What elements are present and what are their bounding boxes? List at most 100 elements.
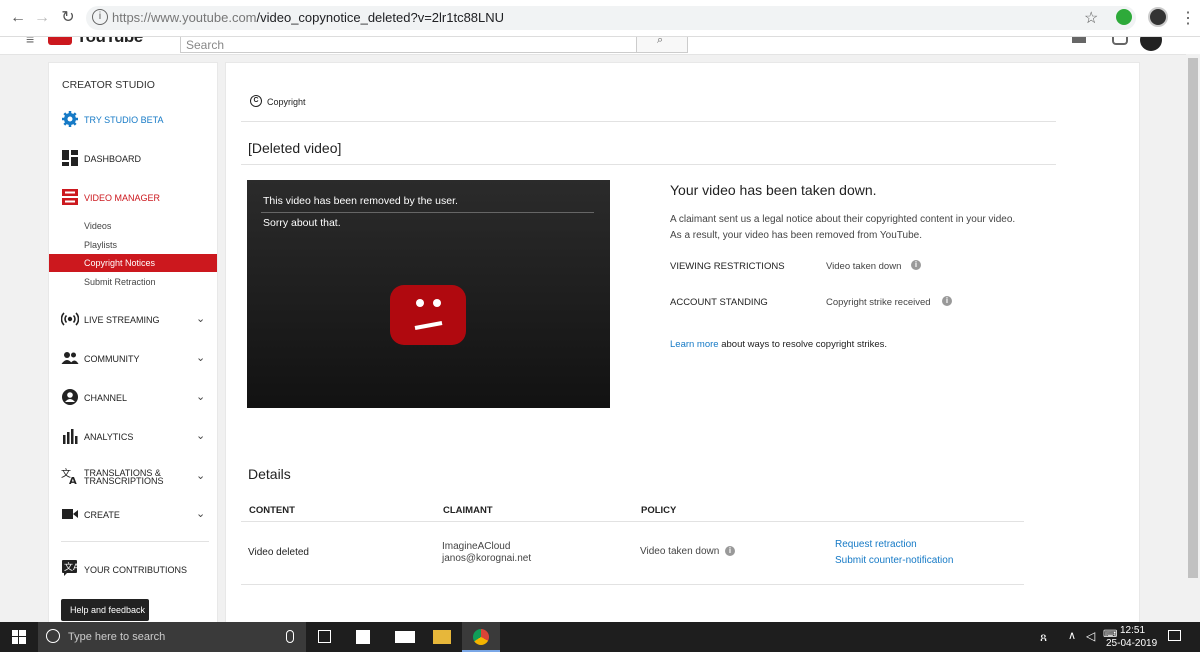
profile-avatar[interactable] [1148,7,1168,27]
gear-icon [62,111,78,127]
windows-taskbar: Type here to search ጸ ∧ ◁ ⌨ 12:51 25-04-… [0,622,1200,652]
table-bottom-divider [241,584,1024,585]
search-placeholder: Search [186,38,225,52]
help-feedback-button[interactable]: Help and feedback [61,599,149,621]
sidebar-subitem-submit-retraction[interactable]: Submit Retraction [84,277,156,287]
page-scrollbar[interactable] [1186,54,1200,622]
takedown-text-line1: A claimant sent us a legal notice about … [670,214,1016,225]
breadcrumb: Copyright [267,97,306,107]
youtube-logo-icon[interactable] [48,37,72,45]
windows-start-icon[interactable] [12,630,26,644]
svg-text:文A: 文A [64,561,79,573]
reload-icon[interactable]: ↻ [58,8,78,28]
sidebar-subitem-videos[interactable]: Videos [84,221,111,231]
counter-notification-link[interactable]: Submit counter-notification [835,555,953,566]
sad-youtube-icon [390,285,466,345]
sidebar-item-label: ANALYTICS [84,432,134,442]
bookmark-star-icon[interactable]: ☆ [1084,8,1098,28]
sidebar-item-create[interactable]: CREATE ⌄ [49,500,217,528]
sidebar-item-your-contributions[interactable]: 文A YOUR CONTRIBUTIONS [49,555,217,583]
search-icon: ⌕ [657,37,664,46]
dashboard-icon [62,150,78,166]
sidebar-subitem-playlists[interactable]: Playlists [84,240,117,250]
info-icon[interactable]: i [725,546,735,556]
account-avatar[interactable] [1140,37,1162,51]
notifications-icon[interactable] [1112,37,1128,45]
sidebar-subitem-copyright-notices[interactable]: Copyright Notices [49,254,217,272]
creator-studio-sidebar: CREATOR STUDIO TRY STUDIO BETA DASHBOARD… [48,62,218,634]
file-explorer-icon[interactable] [433,630,451,644]
sidebar-item-label: COMMUNITY [84,354,140,364]
content-cell: Video deleted [248,547,309,558]
sidebar-divider [61,541,209,542]
store-icon[interactable] [356,630,370,644]
scrollbar-thumb[interactable] [1188,58,1198,578]
sidebar-item-analytics[interactable]: ANALYTICS ⌄ [49,422,217,450]
chevron-down-icon: ⌄ [196,313,206,325]
viewing-restrictions-label: VIEWING RESTRICTIONS [670,261,785,272]
analytics-icon [63,429,78,444]
chevron-down-icon: ⌄ [196,352,206,364]
sidebar-item-label: DASHBOARD [84,154,142,164]
sidebar-item-label: CHANNEL [84,393,128,403]
browser-toolbar: ← → ↻ i https://www.youtube.com/video_co… [0,0,1200,37]
learn-more-link[interactable]: Learn more [670,339,719,350]
help-feedback-label: Help and feedback [70,605,146,615]
search-button[interactable]: ⌕ [636,37,688,53]
takedown-heading: Your video has been taken down. [670,182,877,198]
taskbar-search-box[interactable]: Type here to search [38,622,306,652]
people-icon[interactable]: ጸ [1040,630,1047,645]
task-view-icon[interactable] [318,630,331,643]
info-icon[interactable]: i [911,260,921,270]
sidebar-item-try-beta[interactable]: TRY STUDIO BETA [49,105,217,133]
contributions-icon: 文A [62,560,79,576]
video-player[interactable]: This video has been removed by the user.… [247,180,610,408]
svg-text:A: A [69,476,77,485]
clock-time[interactable]: 12:51 [1120,625,1145,636]
title-divider [241,164,1056,165]
search-circle-icon [46,629,60,643]
account-standing-label: ACCOUNT STANDING [670,297,768,308]
header-divider [241,121,1056,122]
youtube-wordmark[interactable]: YouTube [76,37,143,47]
sidebar-item-video-manager[interactable]: VIDEO MANAGER [49,183,217,211]
table-row: Video deleted ImagineACloud janos@korogn… [226,533,1026,581]
url-text[interactable]: https://www.youtube.com/video_copynotice… [112,10,504,25]
sidebar-item-translations[interactable]: 文A TRANSLATIONS & TRANSCRIPTIONS ⌄ [49,460,217,492]
info-icon[interactable]: i [92,9,108,25]
sidebar-item-community[interactable]: COMMUNITY ⌄ [49,344,217,372]
hamburger-icon[interactable]: ≡ [26,37,34,47]
sidebar-item-dashboard[interactable]: DASHBOARD [49,144,217,172]
microphone-icon[interactable] [286,630,294,643]
video-camera-icon [62,509,78,519]
url-host: https://www.youtube.com [112,10,257,25]
video-manager-icon [62,189,78,205]
clock-date[interactable]: 25-04-2019 [1106,638,1157,649]
chevron-down-icon: ⌄ [196,391,206,403]
forward-icon[interactable]: → [32,8,52,28]
chevron-down-icon: ⌄ [196,508,206,520]
menu-kebab-icon[interactable]: ⋮ [1180,8,1196,28]
sidebar-item-live-streaming[interactable]: LIVE STREAMING ⌄ [49,305,217,333]
extension-icon[interactable] [1116,9,1132,25]
policy-cell: Video taken down [640,546,720,557]
sidebar-item-channel[interactable]: CHANNEL ⌄ [49,383,217,411]
search-input[interactable]: Search [180,37,637,53]
account-standing-value: Copyright strike received [826,297,931,308]
sidebar-item-label: LIVE STREAMING [84,315,160,325]
mail-icon[interactable] [395,631,415,643]
learn-more-text: about ways to resolve copyright strikes. [721,339,888,350]
tray-chevron-up-icon[interactable]: ∧ [1068,629,1076,642]
claimant-email: janos@korognai.net [442,553,532,564]
notification-center-icon[interactable] [1168,630,1181,641]
upload-icon[interactable] [1072,37,1086,43]
copyright-icon: C [250,95,262,107]
page-title: [Deleted video] [248,140,342,156]
request-retraction-link[interactable]: Request retraction [835,539,917,550]
volume-icon[interactable]: ◁ [1086,629,1095,643]
chrome-taskbar-button[interactable] [462,622,500,652]
translate-icon: 文A [61,467,77,485]
takedown-text-line2: As a result, your video has been removed… [670,230,922,241]
back-icon[interactable]: ← [8,8,28,28]
info-icon[interactable]: i [942,296,952,306]
